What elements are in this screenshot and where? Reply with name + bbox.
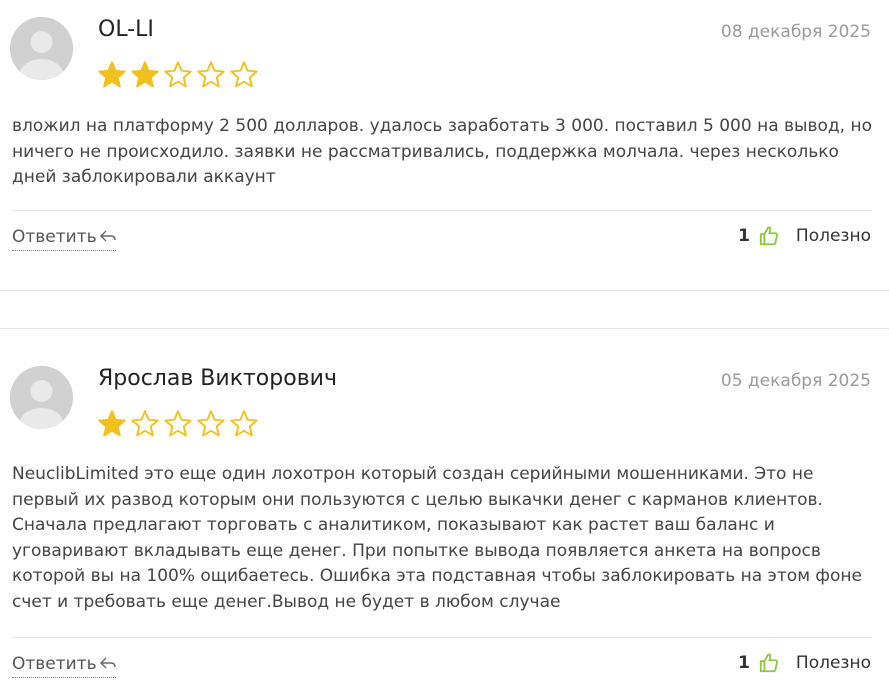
star-empty-icon xyxy=(197,410,225,437)
useful-count: 1 xyxy=(738,653,750,673)
section-divider xyxy=(0,328,889,329)
useful-label: Полезно xyxy=(795,226,871,246)
review-text: вложил на платформу 2 500 долларов. удал… xyxy=(12,116,872,188)
star-filled-icon xyxy=(131,61,159,88)
star-empty-icon xyxy=(164,61,192,88)
user-placeholder-icon xyxy=(10,366,73,429)
star-empty-icon xyxy=(230,410,258,437)
avatar xyxy=(10,366,73,429)
review-author: OL-LI xyxy=(98,17,154,42)
reply-button[interactable]: Ответить xyxy=(12,227,116,251)
review-date: 08 декабря 2025 xyxy=(720,22,871,42)
thumbs-up-icon[interactable] xyxy=(758,652,780,674)
user-placeholder-icon xyxy=(10,17,73,80)
section-divider xyxy=(0,290,889,291)
star-empty-icon xyxy=(197,61,225,88)
star-empty-icon xyxy=(230,61,258,88)
divider xyxy=(12,210,872,211)
reply-button[interactable]: Ответить xyxy=(12,654,116,678)
thumbs-up-icon[interactable] xyxy=(758,225,780,247)
avatar xyxy=(10,17,73,80)
star-filled-icon xyxy=(98,61,126,88)
divider xyxy=(12,637,872,638)
star-rating xyxy=(97,60,259,90)
reply-arrow-icon xyxy=(99,227,116,247)
review-author: Ярослав Викторович xyxy=(98,366,337,391)
review-date: 05 декабря 2025 xyxy=(720,371,871,391)
useful-counter: 1 Полезно xyxy=(738,225,871,247)
star-filled-icon xyxy=(98,410,126,437)
reply-label: Ответить xyxy=(12,227,97,247)
star-empty-icon xyxy=(131,410,159,437)
reply-label: Ответить xyxy=(12,654,97,674)
useful-count: 1 xyxy=(738,226,750,246)
useful-label: Полезно xyxy=(795,653,871,673)
review-text: NeuclibLimited это еще один лохотрон кот… xyxy=(12,464,862,612)
useful-counter: 1 Полезно xyxy=(738,652,871,674)
reply-arrow-icon xyxy=(99,654,116,674)
star-empty-icon xyxy=(164,410,192,437)
star-rating xyxy=(97,409,259,439)
